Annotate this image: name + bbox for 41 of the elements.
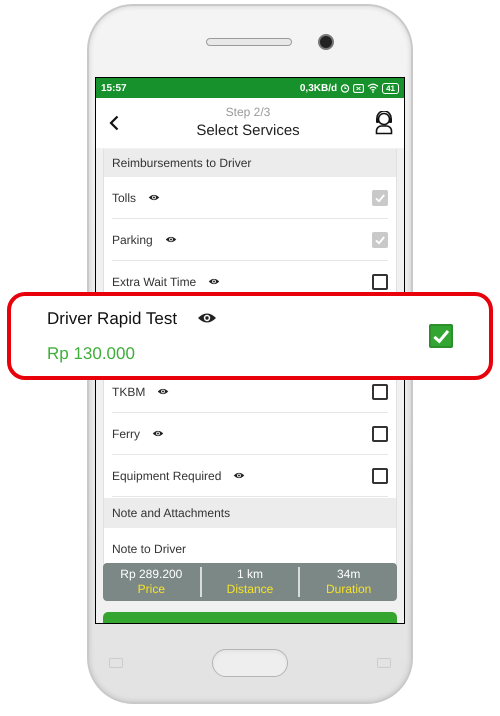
service-label: Tolls — [112, 190, 136, 206]
summary-label: Distance — [226, 582, 274, 597]
section-header: Reimbursements to Driver — [104, 149, 396, 177]
summary-value: 1 km — [237, 567, 264, 582]
eye-icon[interactable] — [164, 236, 177, 243]
eye-icon[interactable] — [208, 278, 220, 285]
field-label: Note to Driver — [112, 541, 186, 558]
summary-label: Price — [138, 582, 165, 597]
sim-icon — [353, 84, 364, 92]
chevron-left-icon — [109, 115, 119, 131]
eye-icon[interactable] — [152, 430, 164, 437]
checkbox[interactable] — [429, 324, 453, 348]
alarm-icon — [340, 83, 350, 93]
service-label: Parking — [112, 232, 153, 248]
camera-lens — [318, 34, 334, 50]
service-label: Extra Wait Time — [112, 274, 196, 290]
checkbox[interactable] — [372, 426, 388, 442]
eye-icon[interactable] — [197, 312, 218, 324]
status-time: 15:57 — [101, 82, 127, 96]
summary-value: 34m — [337, 567, 360, 582]
checkbox[interactable] — [372, 384, 388, 400]
service-price: Rp 130.000 — [47, 343, 136, 365]
summary-value: Rp 289.200 — [120, 567, 182, 582]
page-title: Select Services — [196, 120, 300, 140]
check-icon — [374, 234, 386, 246]
check-icon — [374, 192, 386, 204]
service-label: Equipment Required — [112, 468, 222, 484]
service-label: Ferry — [112, 426, 140, 442]
eye-icon[interactable] — [157, 388, 170, 395]
summary-label: Duration — [326, 582, 372, 597]
wifi-icon — [367, 83, 380, 93]
eye-icon[interactable] — [148, 194, 160, 201]
service-label: Driver Rapid Test — [47, 308, 178, 330]
section-header: Note and Attachments — [104, 498, 396, 528]
network-speed: 0,3KB/d — [300, 82, 338, 96]
checkbox[interactable] — [372, 468, 388, 484]
service-label: TKBM — [112, 384, 146, 400]
checkbox[interactable] — [372, 274, 388, 290]
step-indicator: Step 2/3 — [226, 104, 270, 120]
battery-indicator: 41 — [382, 82, 399, 94]
eye-icon[interactable] — [233, 472, 246, 479]
